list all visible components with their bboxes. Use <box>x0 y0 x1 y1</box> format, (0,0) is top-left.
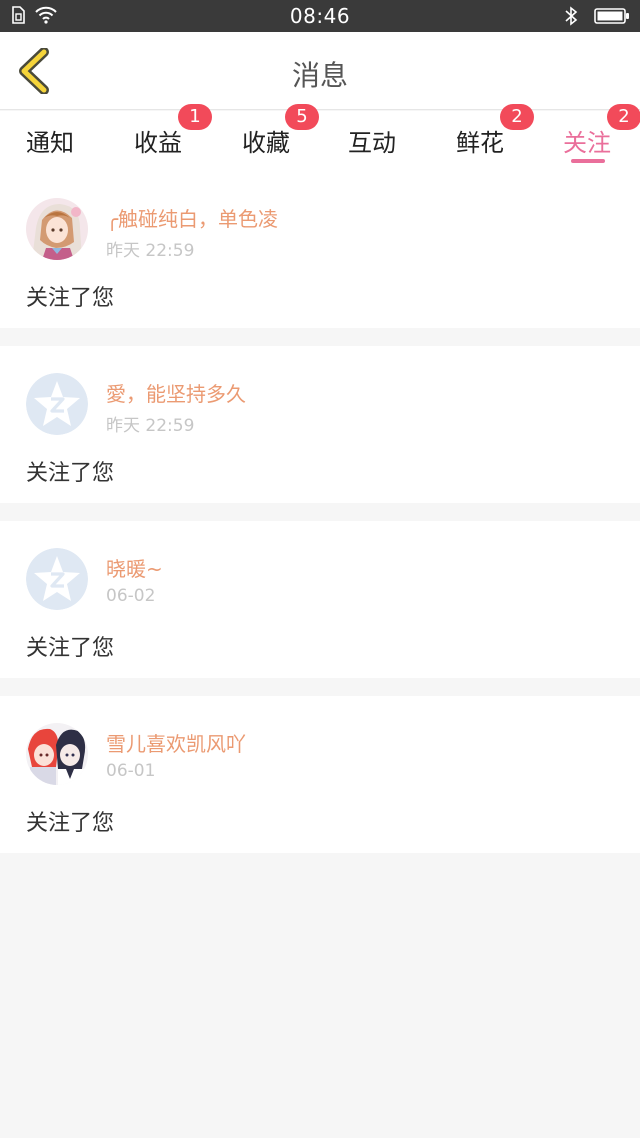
message-text: 关注了您 <box>26 286 115 311</box>
username[interactable]: ╭触碰纯白，单色凌 <box>106 203 278 232</box>
list-item[interactable]: 愛，能坚持多久 昨天 22:59 关注了您 <box>0 346 640 503</box>
list-item[interactable]: 雪儿喜欢凯风吖 06-01 关注了您 <box>0 696 640 853</box>
anime-couple-avatar-icon <box>26 723 88 785</box>
timestamp: 昨天 22:59 <box>106 241 195 261</box>
battery-icon <box>594 7 630 29</box>
tab-bar: 通知 收益 1 收藏 5 互动 鲜花 2 关注 2 <box>0 104 640 171</box>
avatar[interactable] <box>26 373 88 435</box>
badge-earnings: 1 <box>178 104 212 130</box>
username[interactable]: 雪儿喜欢凯风吖 <box>106 728 246 757</box>
tab-following[interactable]: 关注 <box>563 123 611 158</box>
default-qq-avatar-icon <box>26 373 88 435</box>
status-time: 08:46 <box>289 4 351 28</box>
username[interactable]: 愛，能坚持多久 <box>106 378 246 407</box>
anime-girl-avatar-icon <box>26 198 88 260</box>
tab-label: 互动 <box>348 129 396 157</box>
status-right <box>564 6 630 30</box>
message-text: 关注了您 <box>26 636 115 661</box>
timestamp: 昨天 22:59 <box>106 416 195 436</box>
username[interactable]: 晓暖~ <box>106 553 163 582</box>
page-title: 消息 <box>291 59 348 92</box>
list-item[interactable]: 晓暖~ 06-02 关注了您 <box>0 521 640 678</box>
badge-following: 2 <box>607 104 640 130</box>
badge-favorites: 5 <box>285 104 319 130</box>
default-qq-avatar-icon <box>26 548 88 610</box>
timestamp: 06-02 <box>106 586 156 606</box>
message-text: 关注了您 <box>26 461 115 486</box>
avatar[interactable] <box>26 198 88 260</box>
timestamp: 06-01 <box>106 761 156 781</box>
tab-label: 关注 <box>563 129 611 157</box>
app-root: 08:46 消息 通知 收益 1 收藏 5 互动 鲜花 2 关注 2 ╭触碰纯白… <box>0 0 640 1138</box>
bluetooth-icon <box>564 6 578 30</box>
tab-flowers[interactable]: 鲜花 <box>456 123 504 158</box>
tab-label: 收益 <box>134 129 182 157</box>
tab-label: 通知 <box>26 129 74 157</box>
notification-list: ╭触碰纯白，单色凌 昨天 22:59 关注了您 愛，能坚持多久 昨天 22:59… <box>0 171 640 871</box>
tab-favorites[interactable]: 收藏 <box>242 123 290 158</box>
avatar[interactable] <box>26 723 88 785</box>
status-bar: 08:46 <box>0 0 640 32</box>
list-item[interactable]: ╭触碰纯白，单色凌 昨天 22:59 关注了您 <box>0 171 640 328</box>
message-text: 关注了您 <box>26 811 115 836</box>
tab-notice[interactable]: 通知 <box>26 123 74 158</box>
active-tab-indicator <box>571 159 605 163</box>
tab-earnings[interactable]: 收益 <box>134 123 182 158</box>
tab-label: 收藏 <box>242 129 290 157</box>
badge-flowers: 2 <box>500 104 534 130</box>
tab-interaction[interactable]: 互动 <box>348 123 396 158</box>
nav-header: 消息 <box>0 32 640 110</box>
tab-label: 鲜花 <box>456 129 504 157</box>
avatar[interactable] <box>26 548 88 610</box>
